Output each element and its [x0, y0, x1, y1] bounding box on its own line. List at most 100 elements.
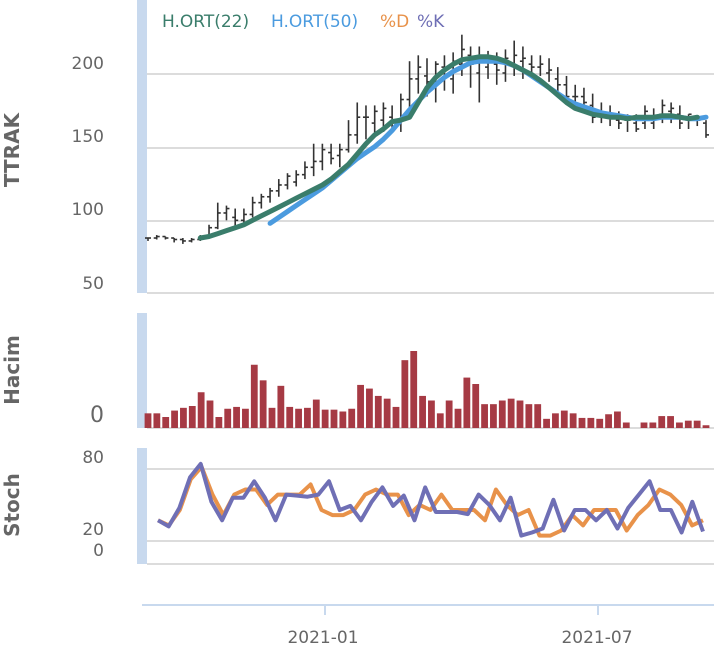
volume-bar — [587, 417, 595, 428]
x-tick-label: 2021-01 — [287, 628, 358, 648]
volume-bar — [357, 384, 364, 428]
price-panel-sidebar — [137, 0, 147, 293]
volume-bar — [578, 417, 586, 428]
volume-bar — [153, 413, 161, 428]
stock-chart: TTRAK Hacim Stoch 200 150 100 50 0 80 20… — [0, 0, 714, 648]
volume-bar — [250, 364, 258, 428]
ohlc-bar — [301, 161, 308, 180]
volume-bar — [304, 407, 311, 428]
x-tick-label: 2021-07 — [561, 628, 632, 648]
volume-bar — [596, 418, 604, 428]
volume-bar — [534, 404, 542, 428]
volume-bar — [525, 404, 533, 428]
price-tick-label: 100 — [72, 200, 104, 220]
ohlc-bar — [162, 235, 169, 240]
ohlc-bar — [703, 120, 709, 138]
volume-bar — [702, 425, 710, 428]
price-gridlines — [147, 73, 714, 294]
volume-bar — [463, 377, 471, 428]
stoch-tick-label: 20 — [82, 520, 104, 540]
stoch-tick-label: 80 — [82, 448, 104, 468]
volume-bar — [498, 400, 506, 428]
volume-bar — [684, 420, 692, 428]
price-tick-label: 150 — [72, 127, 104, 147]
price-tick-label: 50 — [82, 274, 104, 294]
volume-bar — [676, 422, 683, 428]
stoch-axis-title: Stoch — [0, 473, 24, 537]
volume-axis-title: Hacim — [0, 335, 24, 405]
volume-bar — [171, 410, 178, 428]
ohlc-bar — [258, 193, 265, 209]
volume-bar — [436, 413, 444, 428]
legend-item-stoch-d[interactable]: %D — [380, 12, 409, 32]
volume-bar — [339, 411, 347, 428]
volume-bar — [622, 422, 630, 428]
ohlc-bar — [406, 61, 413, 109]
volume-bar — [445, 400, 453, 428]
volume-bar — [693, 420, 701, 428]
volume-bar — [569, 413, 577, 428]
volume-bar — [383, 398, 391, 428]
ohlc-bar — [284, 173, 291, 190]
stoch-k-line — [157, 461, 705, 538]
ohlc-bar — [275, 179, 282, 197]
volume-bar — [472, 384, 480, 428]
volume-bar — [560, 410, 568, 428]
volume-bar — [366, 388, 373, 428]
volume-bar — [419, 395, 426, 428]
ohlc-bar — [467, 46, 474, 88]
volume-bar — [268, 407, 276, 428]
legend[interactable]: H.ORT(22) H.ORT(50) %D %K — [162, 12, 445, 32]
volume-bar — [215, 417, 223, 428]
volume-bar — [552, 413, 559, 428]
ohlc-bar — [668, 102, 675, 124]
volume-tick-label: 0 — [90, 403, 104, 428]
volume-bars — [144, 351, 710, 428]
volume-bar — [259, 380, 267, 428]
volume-bar — [507, 398, 515, 428]
volume-bar — [162, 417, 170, 428]
volume-bar — [490, 404, 497, 428]
volume-bar — [206, 400, 214, 428]
ohlc-bar — [249, 196, 256, 218]
volume-bar — [348, 408, 356, 428]
volume-bar — [543, 418, 550, 428]
legend-item-ma22[interactable]: H.ORT(22) — [162, 12, 249, 32]
moving-average-50-line — [267, 58, 709, 226]
volume-bar — [658, 416, 666, 428]
ohlc-bar — [511, 40, 518, 76]
volume-bar — [197, 392, 205, 428]
legend-item-stoch-k[interactable]: %K — [417, 12, 445, 32]
volume-bar — [295, 408, 302, 428]
ohlc-bar — [214, 202, 221, 230]
volume-bar — [640, 422, 648, 428]
volume-bar — [410, 351, 418, 428]
ohlc-bar — [179, 238, 186, 244]
ohlc-bar — [232, 208, 239, 227]
volume-bar — [649, 422, 657, 428]
ohlc-bar — [267, 187, 274, 203]
ohlc-bar — [371, 105, 378, 135]
ohlc-bar — [354, 102, 361, 144]
price-tick-label: 200 — [72, 54, 104, 74]
volume-bar — [401, 360, 409, 428]
volume-panel-sidebar — [137, 313, 147, 428]
ohlc-bar — [153, 235, 160, 240]
volume-bar — [667, 416, 674, 428]
ohlc-bar — [546, 58, 553, 82]
ohlc-bar — [580, 87, 587, 106]
volume-bar — [312, 399, 320, 428]
volume-bar — [277, 385, 285, 428]
volume-bar — [605, 414, 612, 428]
ohlc-bar — [171, 237, 178, 243]
volume-bar — [144, 413, 152, 428]
stoch-panel-sidebar — [137, 448, 147, 564]
ohlc-bar — [362, 105, 369, 140]
volume-bar — [321, 409, 329, 428]
volume-bar — [481, 404, 488, 428]
volume-bar — [242, 408, 249, 428]
volume-bar — [374, 395, 382, 428]
legend-item-ma50[interactable]: H.ORT(50) — [271, 12, 358, 32]
stoch-gridlines — [147, 468, 714, 565]
volume-bar — [392, 406, 400, 428]
